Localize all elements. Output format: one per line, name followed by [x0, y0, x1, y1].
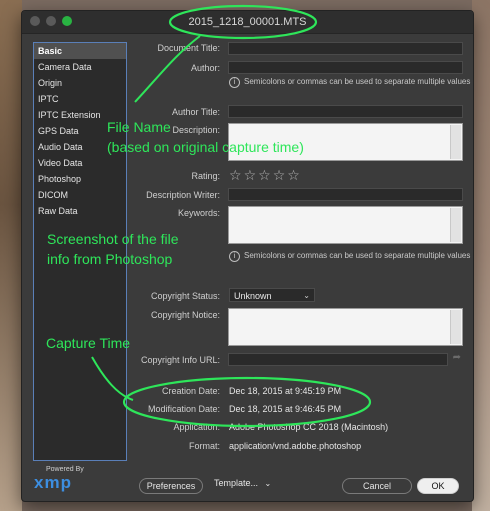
- file-name-pointer: [134, 35, 201, 103]
- file-name-annotation: File Name: [107, 119, 171, 135]
- screenshot-annotation: Screenshot of the file: [47, 231, 179, 247]
- capture-time-pointer: [91, 356, 134, 401]
- screenshot-annotation-sub: info from Photoshop: [47, 251, 173, 267]
- file-name-ellipse: [168, 4, 318, 40]
- file-name-annotation-sub: (based on original capture time): [107, 139, 304, 155]
- capture-time-ellipse: [122, 376, 372, 428]
- capture-time-annotation: Capture Time: [46, 335, 131, 351]
